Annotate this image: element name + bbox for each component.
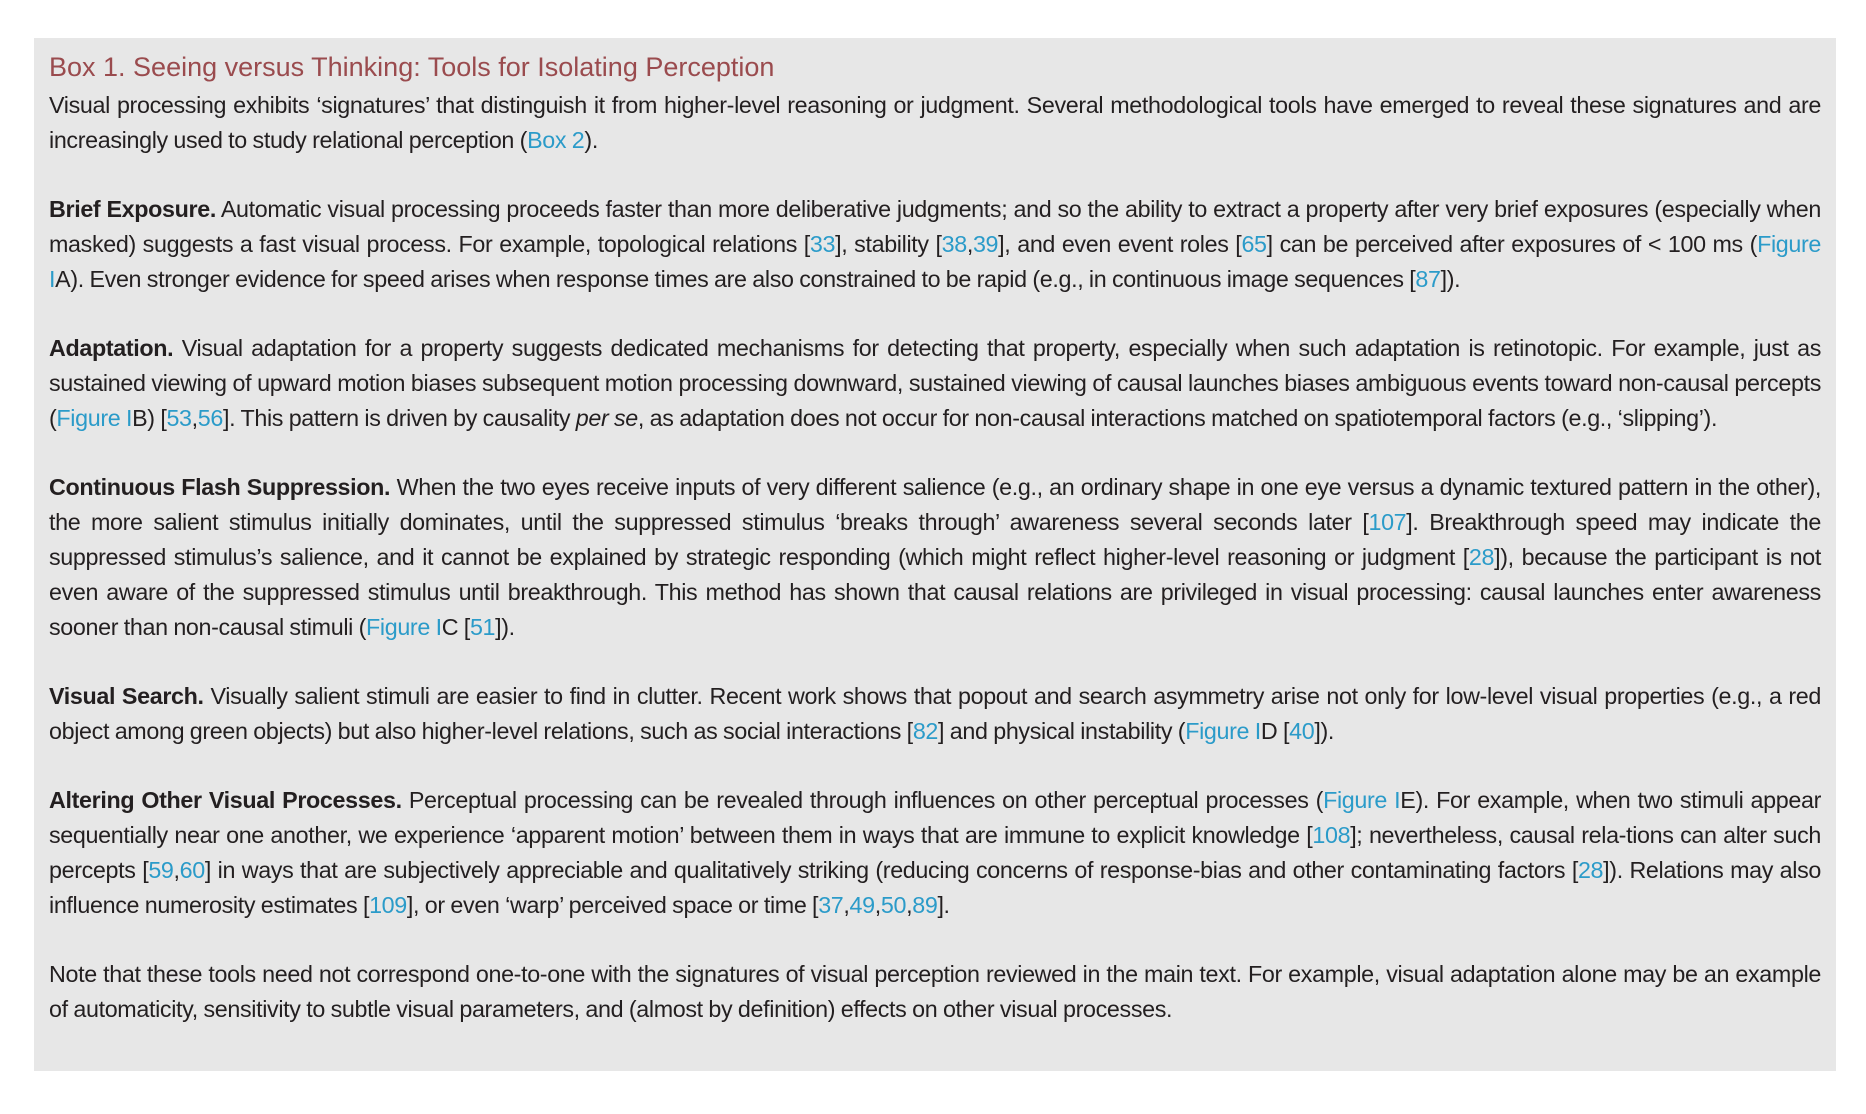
citation-link[interactable]: 50 [881,892,907,918]
citation-link[interactable]: 28 [1469,544,1495,570]
section-heading: Adaptation. [49,335,174,361]
paragraph-text: Perceptual processing can be revealed th… [401,787,1324,813]
cross-reference-link[interactable]: Figure I [56,405,132,431]
paragraph-altering: Altering Other Visual Processes. Percept… [49,783,1821,923]
citation-link[interactable]: 33 [810,231,836,257]
paragraph-text: ] in ways that are subjectively apprecia… [204,857,1578,883]
paragraph-text: , as adaptation does not occur for non-c… [637,405,1718,431]
citation-link[interactable]: 87 [1415,266,1441,292]
paragraph-text: ] and physical instability ( [938,718,1186,744]
paragraph-cfs: Continuous Flash Suppression. When the t… [49,470,1821,645]
citation-link[interactable]: 39 [973,231,999,257]
cross-reference-link[interactable]: Figure I [1323,787,1401,813]
box-title: Box 1. Seeing versus Thinking: Tools for… [49,52,775,82]
paragraph-text: ]. [937,892,950,918]
citation-link[interactable]: 40 [1289,718,1315,744]
citation-link[interactable]: 53 [166,405,192,431]
paragraph-intro: Visual processing exhibits ‘signatures’ … [49,88,1821,158]
citation-link[interactable]: 109 [369,892,407,918]
section-heading: Visual Search. [49,683,204,709]
citation-link[interactable]: 59 [148,857,174,883]
paragraph-text: ] can be perceived after exposures of < … [1266,231,1758,257]
section-heading: Altering Other Visual Processes. [49,787,402,813]
citation-link[interactable]: 108 [1312,822,1350,848]
paragraph-text: ], and even event roles [ [998,231,1242,257]
citation-link[interactable]: 49 [850,892,876,918]
citation-link[interactable]: 28 [1578,857,1604,883]
italic-text: per se [575,405,639,431]
paragraph-brief-exposure: Brief Exposure. Automatic visual process… [49,192,1821,297]
section-heading: Continuous Flash Suppression. [49,474,391,500]
citation-link[interactable]: 60 [180,857,206,883]
paragraph-adaptation: Adaptation. Visual adaptation for a prop… [49,331,1821,436]
section-heading: Brief Exposure. [49,196,216,222]
paragraph-text: B) [ [132,405,167,431]
paragraph-visual-search: Visual Search. Visually salient stimuli … [49,679,1821,749]
citation-link[interactable]: 65 [1241,231,1267,257]
box-body: Visual processing exhibits ‘signatures’ … [49,88,1821,1027]
paragraph-text: ], stability [ [835,231,942,257]
paragraph-note: Note that these tools need not correspon… [49,957,1821,1027]
citation-link[interactable]: 56 [198,405,224,431]
paragraph-text: C [ [441,614,471,640]
cross-reference-link[interactable]: Figure I [1185,718,1261,744]
citation-link[interactable]: 107 [1368,509,1406,535]
cross-reference-link[interactable]: Box 2 [527,127,585,153]
paragraph-text: ]). [495,614,515,640]
paragraph-text: ). [584,127,598,153]
paragraph-text: Note that these tools need not correspon… [49,961,1821,1022]
box-1: Box 1. Seeing versus Thinking: Tools for… [34,38,1836,1071]
paragraph-text: ]. This pattern is driven by causality [223,405,576,431]
citation-link[interactable]: 37 [818,892,844,918]
paragraph-text: A). Even stronger evidence for speed ari… [55,266,1416,292]
paragraph-text: D [ [1260,718,1290,744]
paragraph-text: ]). [1440,266,1461,292]
paragraph-text: ], or even ‘warp’ perceived space or tim… [406,892,819,918]
citation-link[interactable]: 89 [912,892,938,918]
citation-link[interactable]: 51 [470,614,496,640]
paragraph-text: ]). [1314,718,1335,744]
citation-link[interactable]: 38 [942,231,968,257]
citation-link[interactable]: 82 [913,718,939,744]
paragraph-text: Visual processing exhibits ‘signatures’ … [49,92,1821,153]
cross-reference-link[interactable]: Figure I [366,614,442,640]
